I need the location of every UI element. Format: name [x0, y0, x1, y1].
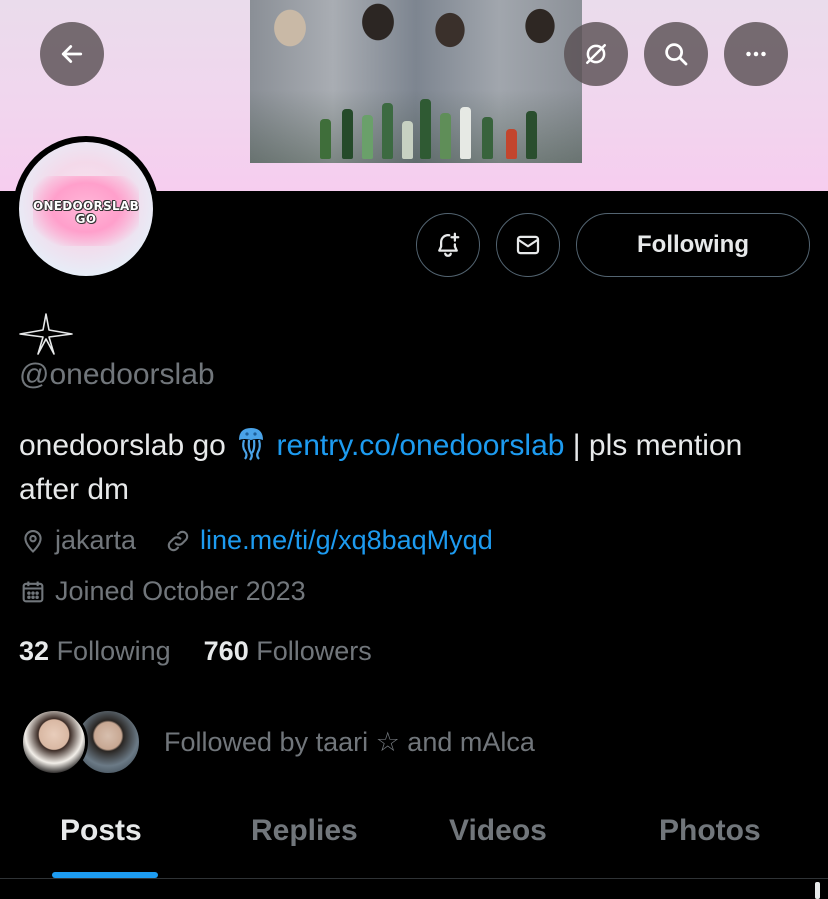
more-dots-icon — [746, 51, 766, 57]
profile-handle: @onedoorslab — [19, 358, 215, 391]
profile-website[interactable]: line.me/ti/g/xq8baqMyqd — [200, 525, 493, 556]
envelope-icon — [516, 235, 540, 255]
avatar-logo: ONEDOORSLAB GO — [32, 199, 140, 226]
followers-label: Followers — [256, 636, 372, 666]
back-button[interactable] — [40, 22, 104, 86]
avatar-image: ONEDOORSLAB GO — [19, 142, 153, 276]
profile-tabs: Posts Replies Videos Photos — [0, 790, 828, 878]
bio-link[interactable]: rentry.co/onedoorslab — [277, 429, 565, 462]
joined-date: Joined October 2023 — [55, 576, 306, 606]
follow-counts: 32 Following 760 Followers — [19, 636, 372, 667]
tab-photos[interactable]: Photos — [659, 814, 761, 848]
arrow-left-icon — [61, 45, 83, 63]
profile-bio: onedoorslab go rentry.co/onedoorslab | p… — [19, 424, 809, 512]
followers-count: 760 — [203, 636, 249, 666]
bell-plus-icon — [438, 232, 460, 257]
slashed-circle-icon — [586, 44, 606, 64]
scrollbar[interactable] — [815, 882, 820, 899]
profile-meta-row: jakarta line.me/ti/g/xq8baqMyqd — [19, 525, 493, 556]
following-label: Following — [56, 636, 171, 666]
four-pointed-star-icon — [19, 313, 73, 355]
avatar[interactable]: ONEDOORSLAB GO — [13, 136, 159, 282]
tab-videos[interactable]: Videos — [449, 814, 547, 848]
location-pin-icon — [24, 529, 42, 553]
followers-link[interactable]: 760 Followers — [204, 636, 372, 666]
more-button[interactable] — [724, 22, 788, 86]
tab-replies[interactable]: Replies — [251, 814, 358, 848]
search-button[interactable] — [644, 22, 708, 86]
banner-bottles — [250, 93, 582, 163]
tab-posts[interactable]: Posts — [60, 814, 142, 848]
tabs-divider — [0, 878, 828, 879]
notifications-button[interactable] — [416, 213, 480, 277]
jellyfish-icon — [239, 428, 264, 461]
grok-button[interactable] — [564, 22, 628, 86]
search-icon — [665, 43, 688, 66]
profile-location: jakarta — [55, 525, 137, 555]
follower-avatar — [20, 708, 88, 776]
joined-row: Joined October 2023 — [19, 576, 306, 607]
followed-by-text: Followed by taari ☆ and mAlca — [164, 726, 535, 757]
following-link[interactable]: 32 Following — [19, 636, 171, 666]
link-icon — [167, 530, 189, 551]
bio-text: onedoorslab go — [19, 429, 235, 462]
message-button[interactable] — [496, 213, 560, 277]
banner-photo — [250, 0, 582, 163]
following-count: 32 — [19, 636, 50, 666]
followed-by[interactable]: Followed by taari ☆ and mAlca — [20, 708, 535, 776]
calendar-icon — [22, 581, 44, 602]
following-button[interactable]: Following — [576, 213, 810, 277]
